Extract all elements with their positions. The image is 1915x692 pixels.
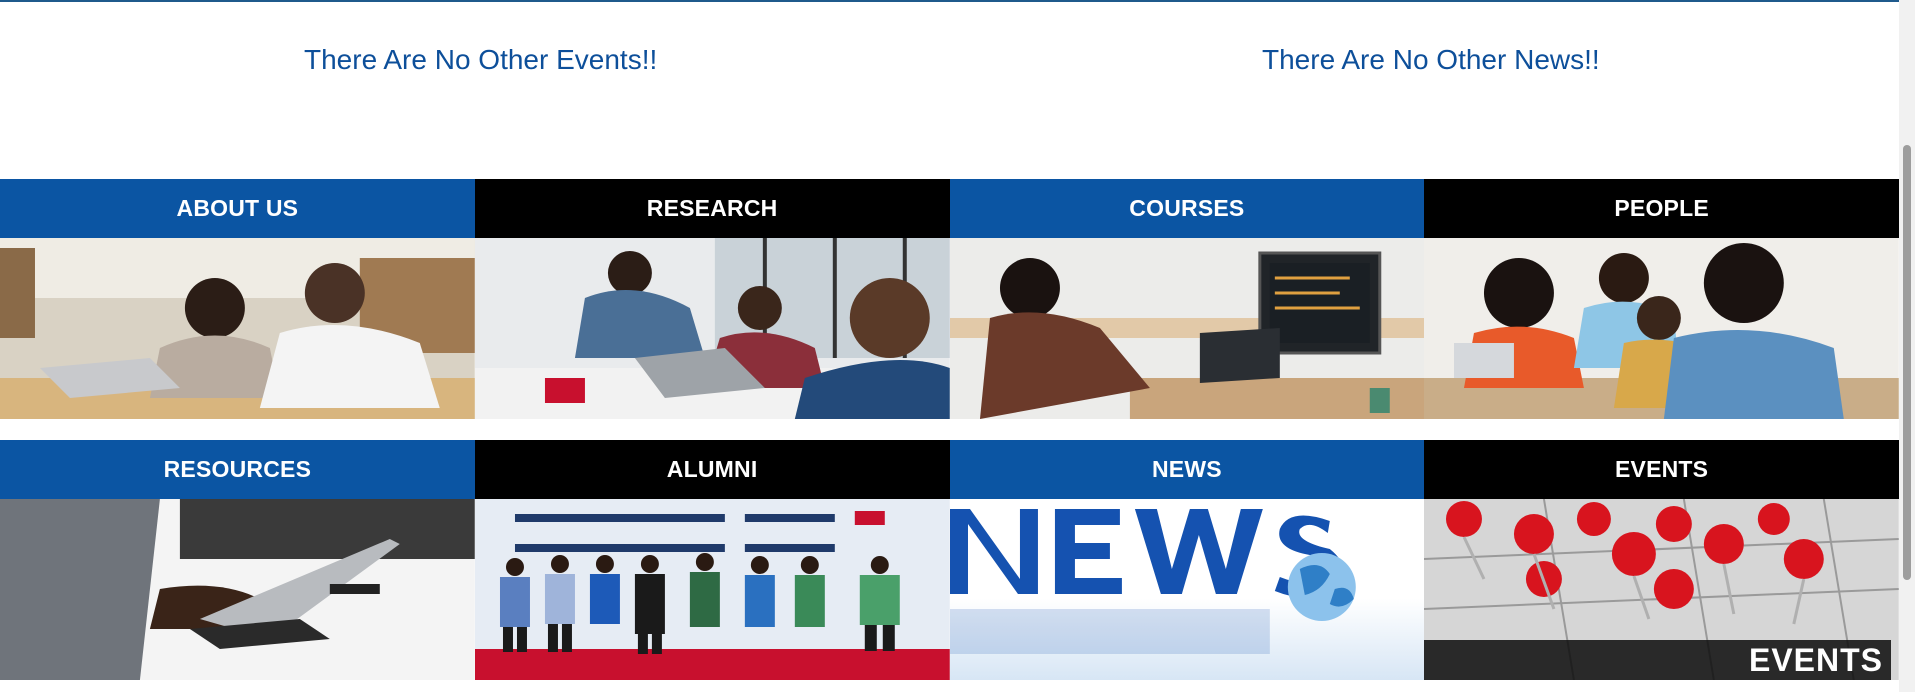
alumni-image[interactable]: [474, 499, 950, 680]
about-us-image[interactable]: [0, 238, 475, 419]
card-grid-row-1: ABOUT US RESEARCH COURSES PEOPLE: [0, 179, 1899, 419]
news-notice: There Are No Other News!!: [1262, 44, 1600, 75]
card-about-us[interactable]: ABOUT US: [0, 179, 475, 419]
card-resources[interactable]: RESOURCES: [0, 440, 475, 680]
courses-image[interactable]: [949, 238, 1425, 419]
card-grid-row-2: RESOURCES ALUMNI NEWS EVENTS EVENTS: [0, 440, 1899, 680]
vertical-scrollbar[interactable]: [1899, 0, 1915, 692]
card-people[interactable]: PEOPLE: [1424, 179, 1899, 419]
card-title[interactable]: ABOUT US: [0, 179, 475, 238]
card-title[interactable]: COURSES: [949, 179, 1425, 238]
card-title[interactable]: RESEARCH: [474, 179, 950, 238]
card-title[interactable]: EVENTS: [1424, 440, 1899, 499]
people-image[interactable]: [1424, 238, 1899, 419]
research-image[interactable]: [474, 238, 950, 419]
scrollbar-thumb[interactable]: [1903, 145, 1911, 580]
card-alumni[interactable]: ALUMNI: [474, 440, 950, 680]
card-courses[interactable]: COURSES: [949, 179, 1425, 419]
card-title[interactable]: ALUMNI: [474, 440, 950, 499]
card-title[interactable]: RESOURCES: [0, 440, 475, 499]
news-image[interactable]: [949, 499, 1425, 680]
card-title[interactable]: PEOPLE: [1424, 179, 1899, 238]
card-title[interactable]: NEWS: [949, 440, 1425, 499]
card-research[interactable]: RESEARCH: [474, 179, 950, 419]
events-image-caption: EVENTS: [1424, 640, 1891, 680]
events-image[interactable]: EVENTS: [1424, 499, 1899, 680]
top-divider: [0, 0, 1899, 2]
page: There Are No Other Events!! There Are No…: [0, 0, 1915, 692]
events-notice: There Are No Other Events!!: [304, 44, 658, 75]
card-events[interactable]: EVENTS EVENTS: [1424, 440, 1899, 680]
card-news[interactable]: NEWS: [949, 440, 1425, 680]
resources-image[interactable]: [0, 499, 475, 680]
